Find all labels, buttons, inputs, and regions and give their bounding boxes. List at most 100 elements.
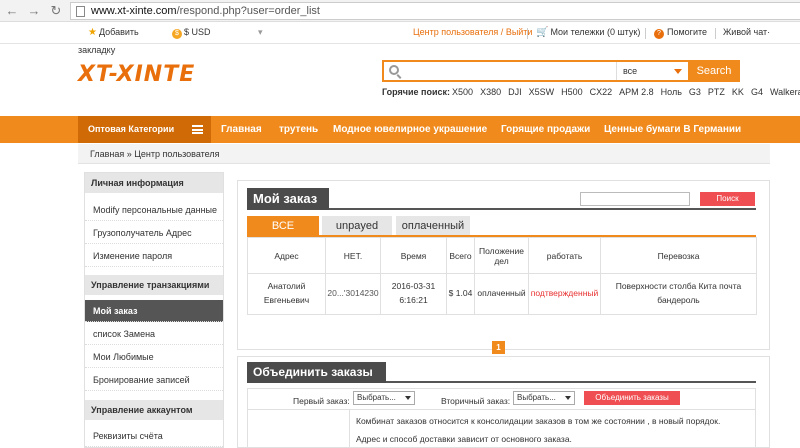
order-number[interactable]: 20...'3014230 [325, 273, 381, 315]
bookmark-label-tail: закладку [78, 45, 116, 55]
browser-toolbar: ← → ↻ www.xt-xinte.com/respond.php?user=… [0, 0, 800, 22]
chevron-down-icon [405, 396, 411, 400]
nav-item-drones[interactable]: трутень [279, 116, 318, 143]
hot-keyword[interactable]: G3 [689, 87, 701, 97]
sidebar-section-personal: Личная информация [85, 173, 223, 193]
help-link[interactable]: ? Помогите [654, 27, 707, 39]
title-underline [329, 208, 756, 210]
account-sidebar: Личная информация Modify персональные да… [84, 172, 224, 448]
tab-unpaid[interactable]: unpayed [322, 216, 392, 236]
hot-keyword[interactable]: Ноль [661, 87, 682, 97]
sidebar-item-address[interactable]: Грузополучатель Адрес [85, 222, 223, 244]
merge-title: Объединить заказы [247, 362, 386, 383]
hot-keyword[interactable]: CX22 [590, 87, 613, 97]
nav-item-home[interactable]: Главная [221, 116, 262, 143]
merge-orders-button[interactable]: Объединить заказы [584, 391, 680, 405]
column-header: Всего [446, 237, 475, 274]
orders-title: Мой заказ [247, 188, 329, 210]
hot-keyword[interactable]: KK [732, 87, 744, 97]
sidebar-item-password[interactable]: Изменение пароля [85, 245, 223, 267]
column-header: Время [380, 237, 447, 274]
divider [645, 28, 646, 39]
hot-keyword[interactable]: APM 2.8 [619, 87, 654, 97]
search-input[interactable] [406, 62, 616, 80]
reload-icon[interactable]: ↻ [48, 3, 64, 19]
back-arrow-icon[interactable]: ← [4, 3, 20, 19]
user-center-link[interactable]: Центр пользователя [413, 27, 498, 37]
currency-caret-icon: ▾ [258, 27, 263, 37]
search-category-select[interactable]: все [616, 62, 688, 80]
sidebar-item-bookings[interactable]: Бронирование записей [85, 369, 223, 391]
menu-icon [192, 125, 203, 134]
nav-item-hot-sales[interactable]: Горящие продажи [501, 116, 590, 143]
nav-item-germany[interactable]: Ценные бумаги В Германии [604, 116, 741, 143]
hot-searches: Горячие поиск: X500 X380 DJI X5SW H500 CX22 APM… [382, 87, 800, 97]
tab-all[interactable]: ВСЕ [247, 216, 319, 236]
logout-link[interactable]: Выйти [506, 27, 533, 37]
sidebar-item-replacement[interactable]: список Замена [85, 323, 223, 345]
help-icon: ? [654, 29, 664, 39]
sidebar-item-modify-profile[interactable]: Modify персональные данные [85, 199, 223, 221]
column-header: Положение дел [474, 237, 529, 274]
divider [527, 28, 528, 39]
hot-keyword[interactable]: X500 [452, 87, 473, 97]
hot-keyword[interactable]: G4 [751, 87, 763, 97]
order-total: $ 1.04 [446, 273, 475, 315]
forward-arrow-icon[interactable]: → [26, 3, 42, 19]
hot-searches-label: Горячие поиск: [382, 87, 451, 97]
pagination-page[interactable]: 1 [492, 341, 505, 354]
utility-bar: ★ Добавить $ $ USD ▾ Центр пользователя / … [0, 22, 800, 44]
second-order-label: Вторичный заказ: [441, 396, 511, 406]
page-icon [76, 6, 85, 17]
search-button[interactable]: Search [688, 60, 740, 82]
sidebar-section-account: Управление аккаунтом [85, 400, 223, 420]
order-status: оплаченный [474, 273, 529, 315]
cart-icon: 🛒 [536, 27, 549, 38]
cart-link[interactable]: 🛒 Мои тележки (0 штук) [536, 27, 640, 38]
order-action-status: подтвержденный [528, 273, 601, 315]
hot-keyword[interactable]: DJI [508, 87, 522, 97]
order-address: Анатолий Евгеньевич [247, 273, 326, 315]
nav-item-jewelry[interactable]: Модное ювелирное украшение [333, 116, 487, 143]
url-host: www.xt-xinte.com [91, 5, 177, 17]
address-bar[interactable]: www.xt-xinte.com/respond.php?user=order_… [70, 2, 800, 20]
merge-note-2: Адрес и способ доставки зависит от основ… [356, 434, 572, 444]
sidebar-item-my-orders[interactable]: Мой заказ [85, 300, 223, 322]
search-icon [389, 65, 399, 75]
sidebar-item-account-details[interactable]: Реквизиты счёта [85, 425, 223, 447]
site-logo[interactable]: XT-XINTE [78, 62, 195, 87]
currency-selector[interactable]: $ $ USD [172, 27, 211, 39]
orders-table: Адрес НЕТ. Время Всего Положение дел раб… [247, 237, 757, 315]
first-order-select[interactable]: Выбрать... [353, 391, 415, 405]
column-header: Перевозка [600, 237, 757, 274]
dollar-icon: $ [172, 29, 182, 39]
live-chat-link[interactable]: Живой чат· [723, 27, 770, 37]
user-center-links: Центр пользователя / Выйти [413, 27, 533, 37]
title-underline [386, 381, 756, 383]
first-order-label: Первый заказ: [293, 396, 350, 406]
hot-keyword[interactable]: PTZ [708, 87, 725, 97]
order-search-button[interactable]: Поиск [700, 192, 755, 206]
tab-paid[interactable]: оплаченный [396, 216, 470, 236]
divider [349, 410, 350, 448]
order-time: 2016-03-31 6:16:21 [380, 273, 447, 315]
sidebar-item-favorites[interactable]: Мои Любимые [85, 346, 223, 368]
hot-keyword[interactable]: X380 [480, 87, 501, 97]
table-row[interactable]: Анатолий Евгеньевич 20...'3014230 2016-0… [247, 273, 757, 315]
order-search-input[interactable] [580, 192, 690, 206]
add-bookmark-link[interactable]: ★ Добавить [88, 27, 139, 38]
categories-menu-button[interactable]: Оптовая Категории [78, 116, 211, 143]
sidebar-section-transactions: Управление транзакциями [85, 275, 223, 295]
hot-keyword[interactable]: Walkera [770, 87, 800, 97]
search-box: все Search [382, 60, 740, 82]
breadcrumb: Главная » Центр пользователя [78, 144, 770, 164]
hot-keyword[interactable]: X5SW [529, 87, 555, 97]
column-header: Адрес [247, 237, 326, 274]
chevron-down-icon [674, 69, 682, 74]
main-nav: Оптовая Категории Главная трутень Модное… [0, 116, 800, 143]
column-header: НЕТ. [325, 237, 381, 274]
url-path: /respond.php?user=order_list [176, 5, 320, 17]
hot-keyword[interactable]: H500 [561, 87, 583, 97]
star-icon: ★ [88, 27, 97, 38]
second-order-select[interactable]: Выбрать... [513, 391, 575, 405]
